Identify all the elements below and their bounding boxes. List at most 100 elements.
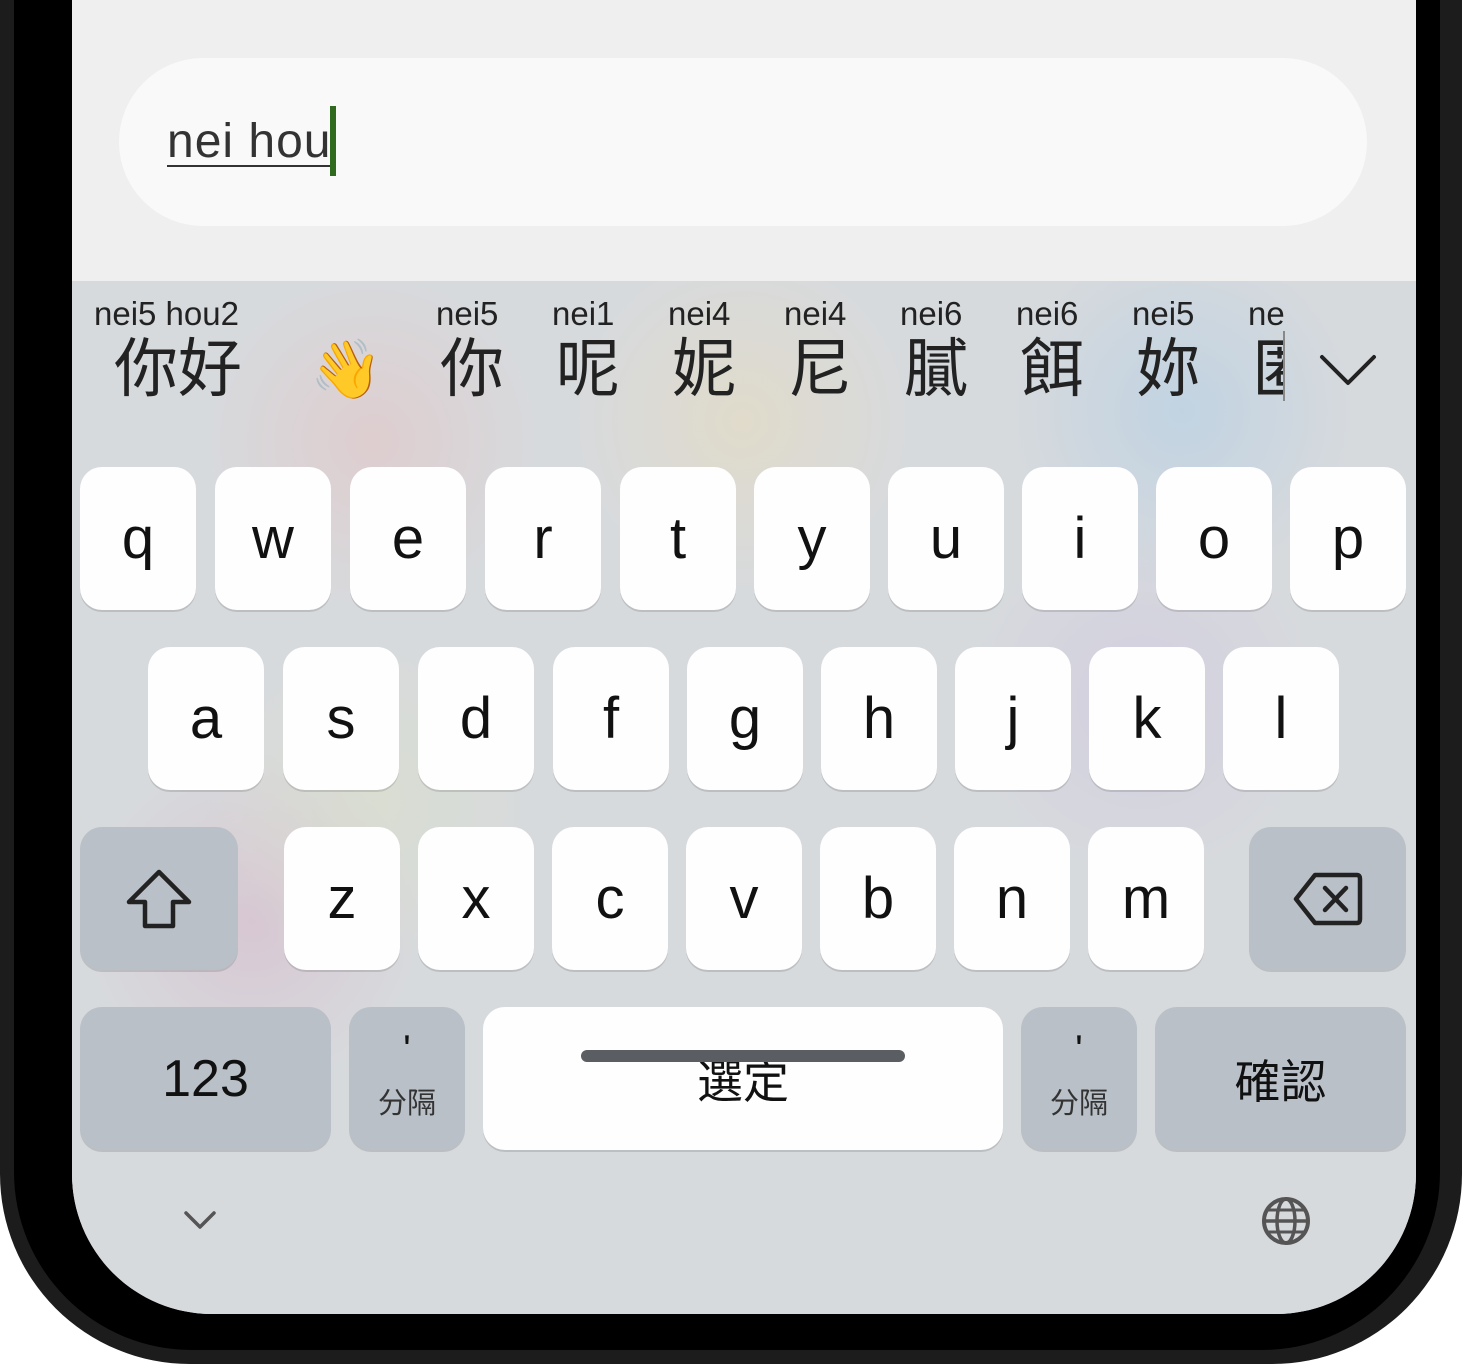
candidate-pinyin: ne	[1248, 295, 1284, 332]
chevron-down-icon[interactable]	[1318, 339, 1378, 399]
separator-key-right[interactable]: ' 分隔	[1021, 1007, 1137, 1150]
key-sublabel: 分隔	[1049, 1087, 1108, 1120]
candidate-pinyin: nei5	[1132, 295, 1195, 332]
key-label: f	[602, 686, 620, 751]
key-label: i	[1073, 506, 1087, 571]
text-input-field[interactable]: nei hou	[119, 58, 1367, 226]
key-label: v	[729, 866, 759, 931]
candidate-hanzi: 膩	[904, 333, 968, 405]
key-label: 確認	[1234, 1055, 1327, 1108]
key-label: x	[461, 866, 491, 931]
key-label: r	[533, 506, 553, 571]
key-u[interactable]: u	[888, 467, 1004, 610]
space-key[interactable]: 選定	[483, 1007, 1003, 1150]
globe-icon[interactable]	[1260, 1195, 1312, 1247]
text-caret	[330, 106, 336, 176]
key-label: o	[1197, 506, 1231, 571]
home-indicator[interactable]	[581, 1050, 905, 1062]
candidate-scroll-edge	[1283, 331, 1285, 401]
key-label: w	[252, 506, 294, 571]
key-label: b	[861, 866, 895, 931]
key-label: e	[391, 506, 425, 571]
key-label: g	[728, 686, 762, 751]
key-a[interactable]: a	[148, 647, 264, 790]
key-g[interactable]: g	[687, 647, 803, 790]
key-label: '	[403, 1027, 411, 1072]
key-v[interactable]: v	[686, 827, 802, 970]
key-k[interactable]: k	[1089, 647, 1205, 790]
key-label: q	[121, 506, 155, 571]
candidate-hanzi: 妮	[672, 333, 736, 405]
phone-frame: nei hou nei5 hou2 你好 👋 nei5 你 nei1 呢 nei…	[0, 0, 1462, 1364]
key-b[interactable]: b	[820, 827, 936, 970]
keyboard: nei5 hou2 你好 👋 nei5 你 nei1 呢 nei4 妮 nei4…	[72, 281, 1416, 1314]
candidate-pinyin: nei6	[900, 295, 963, 332]
key-label: d	[459, 686, 493, 751]
app-area: nei hou	[72, 0, 1416, 281]
key-p[interactable]: p	[1290, 467, 1406, 610]
candidate-hanzi: 你	[440, 333, 504, 405]
separator-key[interactable]: ' 分隔	[349, 1007, 465, 1150]
backspace-icon	[1293, 872, 1362, 925]
key-c[interactable]: c	[552, 827, 668, 970]
key-i[interactable]: i	[1022, 467, 1138, 610]
candidate-hanzi: 妳	[1136, 333, 1200, 405]
screen: nei hou nei5 hou2 你好 👋 nei5 你 nei1 呢 nei…	[72, 0, 1416, 1314]
key-label: m	[1121, 866, 1171, 931]
key-o[interactable]: o	[1156, 467, 1272, 610]
key-label: j	[1006, 686, 1020, 751]
key-x[interactable]: x	[418, 827, 534, 970]
key-label: s	[326, 686, 356, 751]
candidate-pinyin: nei5	[436, 295, 499, 332]
candidate-pinyin: nei4	[784, 295, 847, 332]
candidate-hanzi: 匿	[1252, 337, 1284, 401]
key-sublabel: 分隔	[377, 1087, 436, 1120]
candidate-pinyin: nei5 hou2	[94, 295, 239, 332]
key-label: t	[669, 506, 687, 571]
numbers-key[interactable]: 123	[80, 1007, 331, 1150]
candidate-hanzi: 餌	[1020, 333, 1084, 405]
backspace-key[interactable]	[1249, 827, 1406, 970]
confirm-key[interactable]: 確認	[1155, 1007, 1406, 1150]
candidate-hanzi: 尼	[788, 333, 852, 405]
candidate-hanzi: 你好	[114, 333, 242, 405]
candidate-pinyin: nei1	[552, 295, 615, 332]
key-z[interactable]: z	[284, 827, 400, 970]
key-j[interactable]: j	[955, 647, 1071, 790]
key-label: y	[797, 506, 827, 571]
key-label: k	[1132, 686, 1162, 751]
key-label: z	[327, 866, 357, 931]
candidate-bar: nei5 hou2 你好 👋 nei5 你 nei1 呢 nei4 妮 nei4…	[72, 281, 1284, 451]
key-t[interactable]: t	[620, 467, 736, 610]
key-m[interactable]: m	[1088, 827, 1204, 970]
composing-text: nei hou	[167, 115, 332, 168]
key-f[interactable]: f	[553, 647, 669, 790]
key-q[interactable]: q	[80, 467, 196, 610]
key-label: 123	[162, 1049, 249, 1108]
key-r[interactable]: r	[485, 467, 601, 610]
key-l[interactable]: l	[1223, 647, 1339, 790]
key-label: a	[189, 686, 223, 751]
key-w[interactable]: w	[215, 467, 331, 610]
phone-bezel: nei hou nei5 hou2 你好 👋 nei5 你 nei1 呢 nei…	[14, 0, 1440, 1350]
key-label: h	[862, 686, 896, 751]
key-d[interactable]: d	[418, 647, 534, 790]
chevron-down-icon[interactable]	[182, 1207, 218, 1233]
key-s[interactable]: s	[283, 647, 399, 790]
key-label: l	[1274, 686, 1288, 751]
key-label: u	[929, 506, 963, 571]
candidate-hanzi: 呢	[556, 333, 620, 405]
key-label: '	[1075, 1027, 1083, 1072]
key-label: n	[995, 866, 1029, 931]
key-e[interactable]: e	[350, 467, 466, 610]
key-label: c	[595, 866, 625, 931]
candidate-pinyin: nei4	[668, 295, 731, 332]
key-n[interactable]: n	[954, 827, 1070, 970]
candidate-pinyin: nei6	[1016, 295, 1079, 332]
key-h[interactable]: h	[821, 647, 937, 790]
shift-key[interactable]	[80, 827, 238, 970]
shift-icon	[126, 869, 192, 928]
key-y[interactable]: y	[754, 467, 870, 610]
waving-hand-emoji: 👋	[310, 337, 383, 402]
key-label: p	[1331, 506, 1365, 571]
